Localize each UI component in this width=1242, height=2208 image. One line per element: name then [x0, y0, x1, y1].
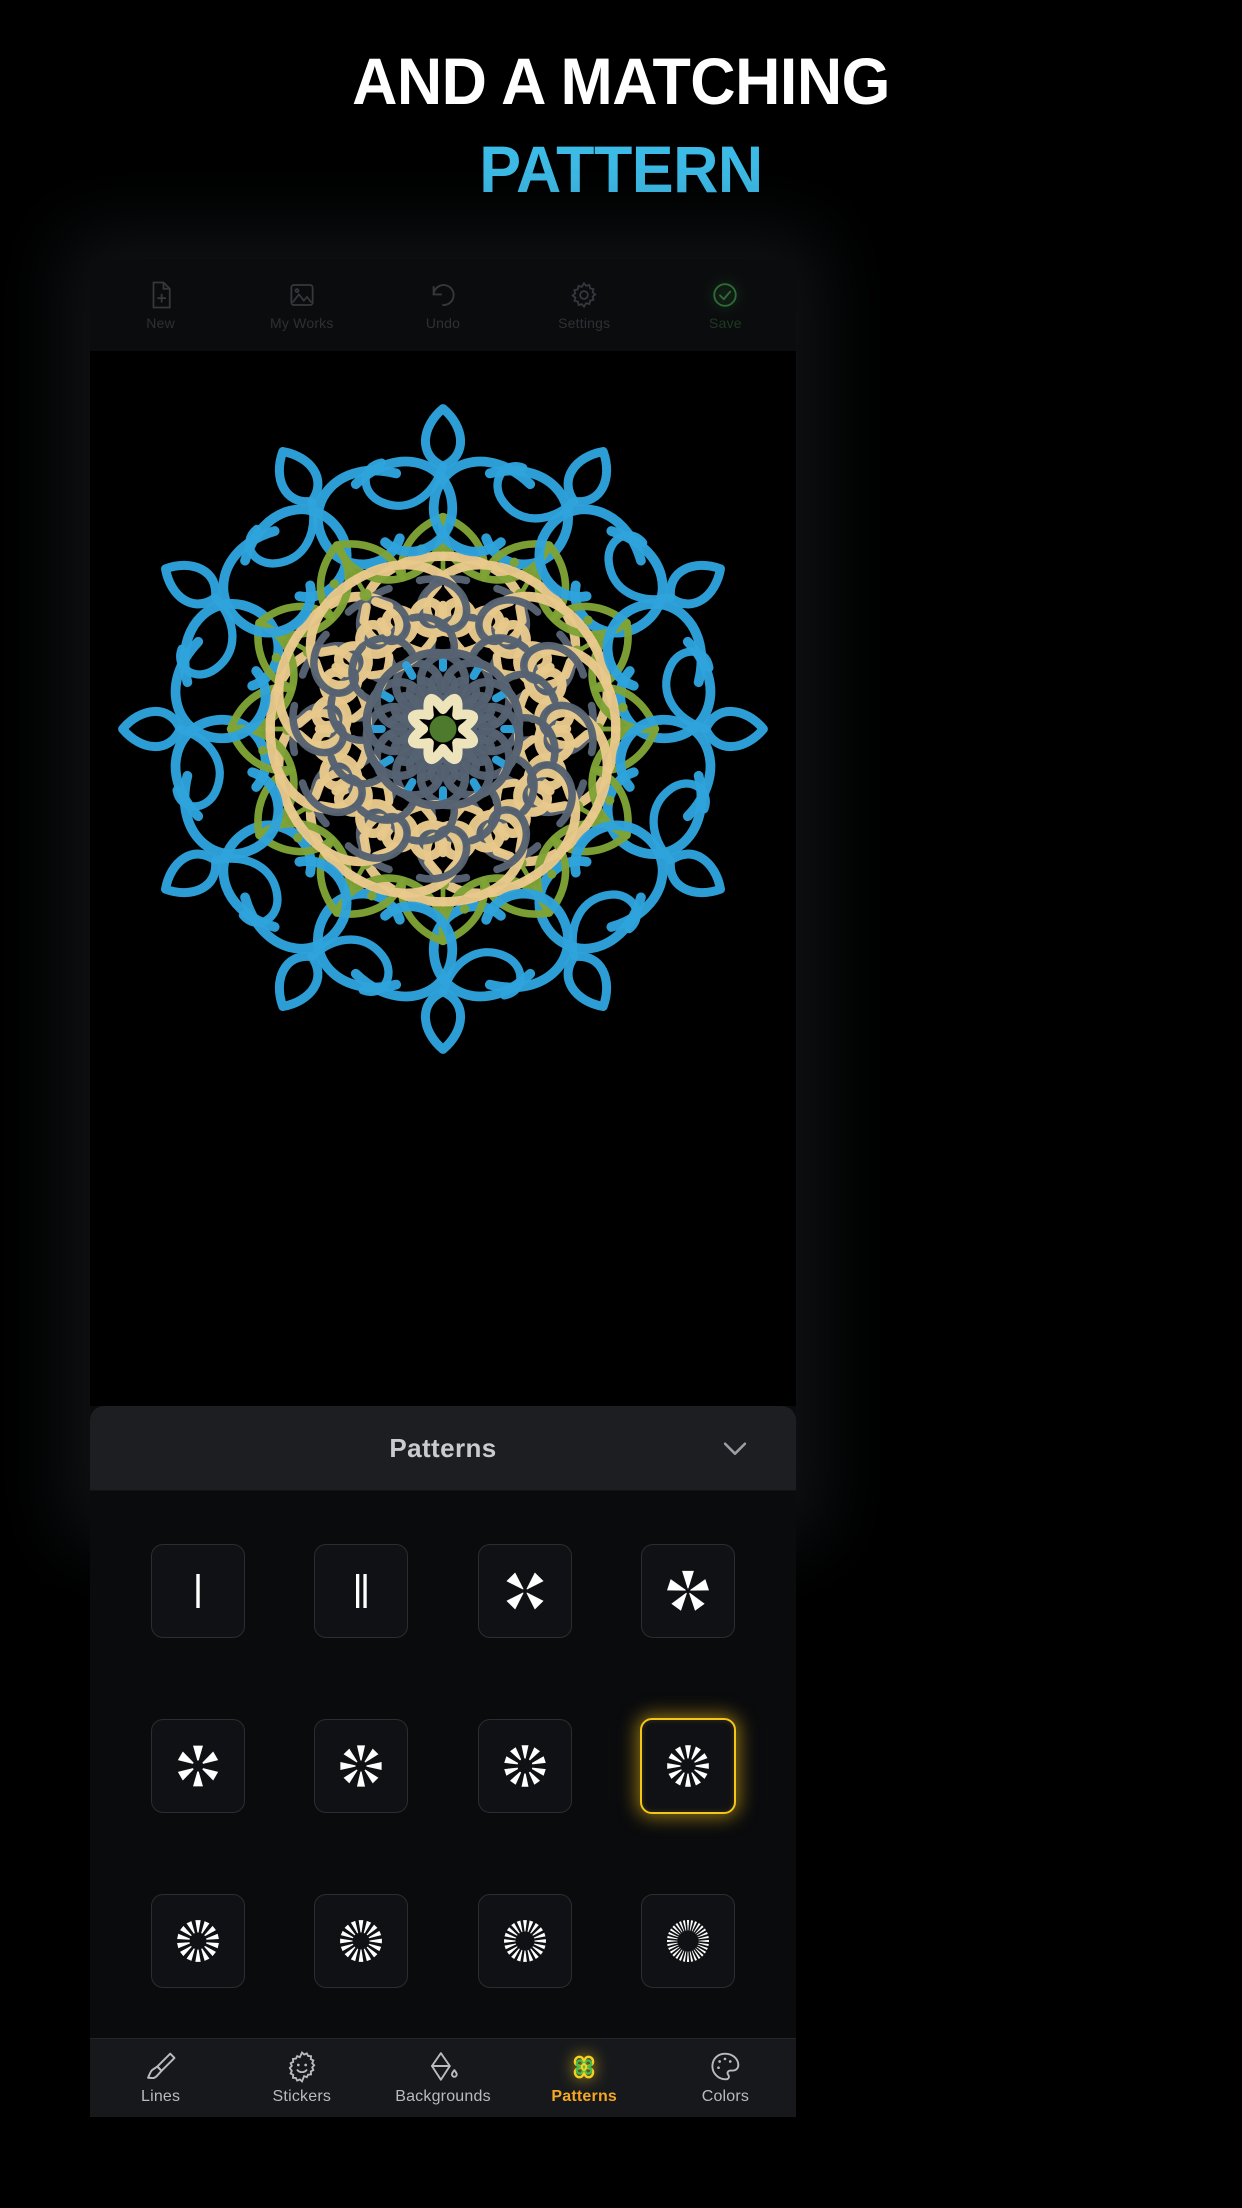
mandala-artwork — [90, 369, 796, 1089]
pattern-12-spoke[interactable] — [640, 1717, 737, 1814]
pattern-tile-wrap — [443, 1679, 607, 1854]
pattern-8-spoke-glyph — [340, 1745, 382, 1787]
nav-label-lines: Lines — [140, 2088, 181, 2105]
pattern-10-spoke-glyph — [503, 1745, 546, 1787]
pattern-5-spoke-glyph — [667, 1571, 710, 1612]
pattern-6-spoke[interactable] — [150, 1718, 245, 1813]
pattern-tile-wrap — [607, 1853, 771, 2028]
nav-item-lines[interactable]: Lines — [90, 2050, 231, 2106]
pattern-32-spoke-glyph — [667, 1919, 710, 1962]
headline-line-2: PATTERN — [479, 132, 763, 206]
pattern-tile-wrap — [280, 1853, 444, 2028]
pattern-16-spoke[interactable] — [314, 1893, 409, 1988]
patterns-panel-title: Patterns — [389, 1432, 497, 1463]
app-toolbar: New My Works Undo Settings Save — [90, 259, 796, 352]
pattern-1-line-glyph — [196, 1574, 200, 1609]
chevron-down-icon[interactable] — [718, 1431, 752, 1465]
nav-item-colors[interactable]: Colors — [655, 2050, 796, 2106]
toolbar-item-settings[interactable]: Settings — [514, 280, 655, 331]
pattern-1-line[interactable] — [150, 1544, 245, 1639]
undo-arrow-icon — [428, 280, 458, 310]
flower-pattern-icon — [567, 2050, 601, 2084]
pattern-5-spoke[interactable] — [641, 1544, 736, 1639]
pattern-14-spoke-glyph — [176, 1919, 219, 1962]
paintbrush-icon — [144, 2050, 178, 2084]
nav-item-patterns[interactable]: Patterns — [514, 2050, 655, 2106]
app-screenshot-frame: New My Works Undo Settings Save — [90, 259, 796, 1516]
nav-item-stickers[interactable]: Stickers — [231, 2050, 372, 2106]
pattern-14-spoke[interactable] — [150, 1893, 245, 1988]
nav-label-patterns: Patterns — [551, 2088, 618, 2105]
pattern-12-spoke-glyph — [667, 1745, 710, 1787]
toolbar-item-undo[interactable]: Undo — [372, 280, 513, 331]
patterns-grid — [90, 1490, 796, 2038]
nav-label-backgrounds: Backgrounds — [395, 2088, 491, 2105]
patterns-panel-header[interactable]: Patterns — [90, 1406, 796, 1491]
toolbar-item-save[interactable]: Save — [655, 280, 796, 331]
bottom-navigation: Lines Stickers Backgrounds Patterns Colo… — [90, 2038, 796, 2117]
pattern-10-spoke[interactable] — [477, 1718, 572, 1813]
toolbar-item-my-works[interactable]: My Works — [231, 280, 372, 331]
pattern-tile-wrap — [116, 1853, 280, 2028]
new-document-icon — [146, 280, 176, 310]
pattern-tile-wrap — [607, 1679, 771, 1854]
pattern-8-spoke[interactable] — [314, 1718, 409, 1813]
toolbar-label-new: New — [146, 314, 175, 331]
app-screen: New My Works Undo Settings Save — [90, 259, 796, 1516]
pattern-tile-wrap — [116, 1504, 280, 1679]
toolbar-label-my-works: My Works — [270, 314, 334, 331]
pattern-tile-wrap — [280, 1504, 444, 1679]
toolbar-item-new[interactable]: New — [90, 280, 231, 331]
promo-headline: AND A MATCHING PATTERN — [0, 48, 1242, 202]
pattern-20-spoke-glyph — [503, 1919, 546, 1962]
pattern-16-spoke-glyph — [340, 1919, 383, 1962]
toolbar-label-settings: Settings — [558, 314, 611, 331]
drawing-canvas[interactable] — [90, 351, 796, 1516]
palette-icon — [708, 2050, 742, 2084]
toolbar-label-save: Save — [709, 314, 742, 331]
pattern-tile-wrap — [607, 1504, 771, 1679]
pattern-2-lines-glyph — [356, 1574, 367, 1609]
pattern-6-spoke-glyph — [177, 1745, 218, 1787]
pattern-2-lines[interactable] — [314, 1544, 409, 1639]
headline-line-1: AND A MATCHING — [352, 44, 890, 118]
pattern-tile-wrap — [443, 1504, 607, 1679]
pattern-4-spoke[interactable] — [477, 1544, 572, 1639]
gear-icon — [569, 280, 599, 310]
paint-bucket-icon — [426, 2050, 460, 2084]
pattern-tile-wrap — [443, 1853, 607, 2028]
nav-item-backgrounds[interactable]: Backgrounds — [372, 2050, 513, 2106]
pattern-tile-wrap — [280, 1679, 444, 1854]
pattern-4-spoke-glyph — [506, 1572, 544, 1610]
pattern-20-spoke[interactable] — [477, 1893, 572, 1988]
pattern-tile-wrap — [116, 1679, 280, 1854]
smiley-sticker-icon — [285, 2050, 319, 2084]
toolbar-label-undo: Undo — [425, 314, 461, 331]
pattern-32-spoke[interactable] — [641, 1893, 736, 1988]
check-circle-icon — [710, 280, 740, 310]
nav-label-colors: Colors — [701, 2088, 750, 2105]
image-gallery-icon — [287, 280, 317, 310]
patterns-panel: Patterns — [90, 1406, 796, 2038]
nav-label-stickers: Stickers — [272, 2088, 332, 2105]
